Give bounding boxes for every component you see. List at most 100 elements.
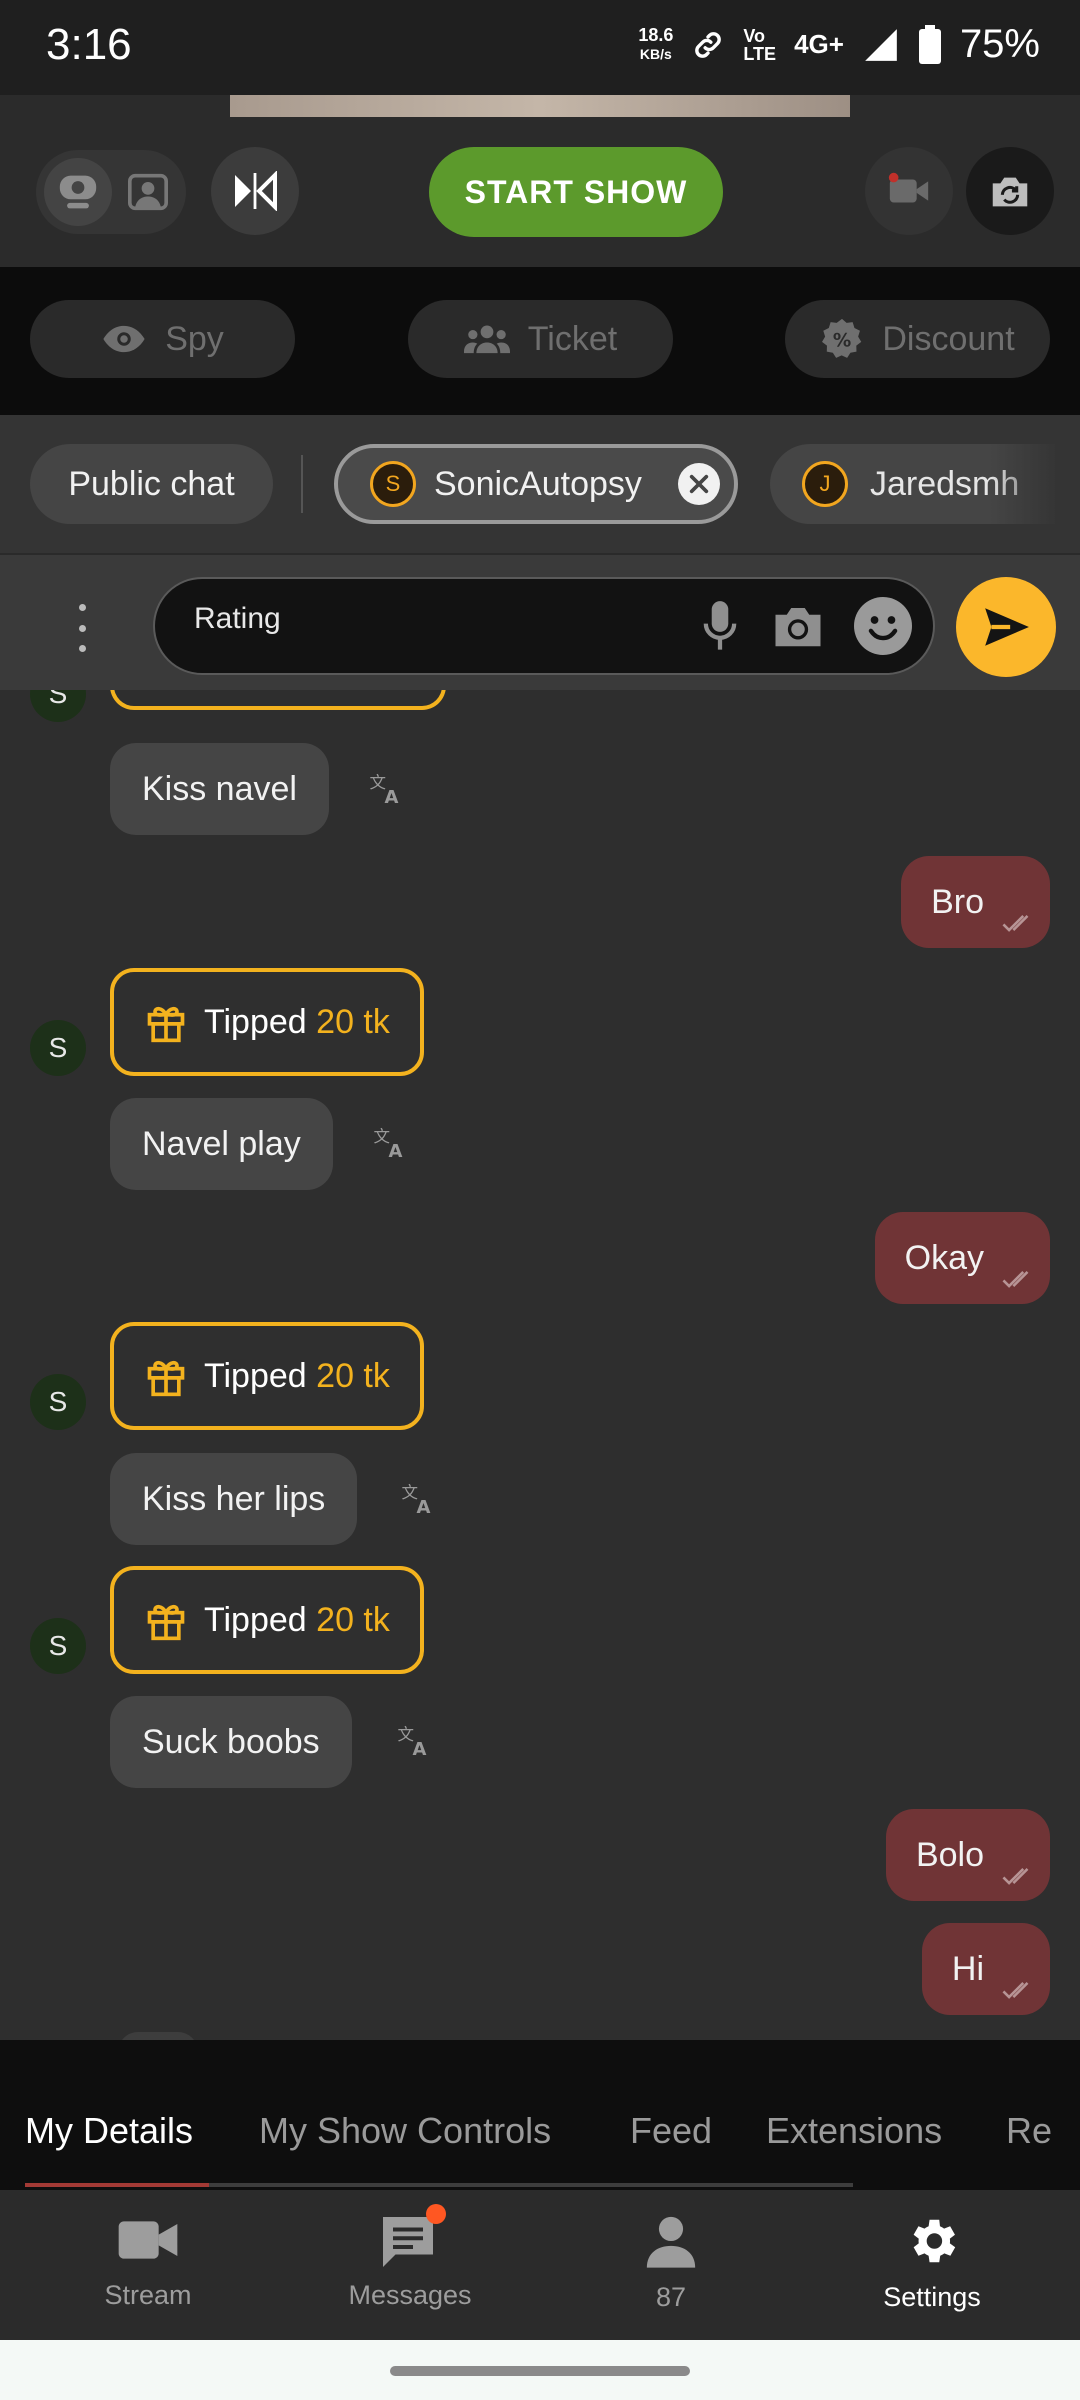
translate-button[interactable]: 文A	[372, 1124, 408, 1165]
svg-text:A: A	[417, 1497, 431, 1516]
translate-icon: 文A	[398, 1725, 427, 1760]
discount-button[interactable]: % Discount	[785, 300, 1050, 378]
ticket-button[interactable]: Ticket	[408, 300, 673, 378]
translate-button[interactable]: 文A	[396, 1722, 432, 1763]
svg-text:A: A	[385, 787, 399, 806]
double-check-icon	[1002, 915, 1029, 932]
tab-my-show-controls[interactable]: My Show Controls	[259, 2110, 551, 2152]
net-speed-value: 18.6	[638, 24, 674, 45]
public-chat-tab[interactable]: Public chat	[30, 444, 273, 524]
tip-amount: 20 tk	[316, 1002, 390, 1041]
tip-label: Tipped	[204, 1356, 307, 1395]
svg-text:%: %	[833, 330, 851, 351]
webcam-mode-icon[interactable]	[44, 158, 112, 226]
nav-messages[interactable]: Messages	[310, 2204, 510, 2311]
tip-message: Tipped 20 tk	[110, 1322, 424, 1430]
battery-icon	[918, 24, 941, 64]
switch-camera-icon	[992, 177, 1028, 207]
nav-count-label: 87	[655, 2282, 687, 2312]
mirror-icon	[235, 171, 277, 211]
spy-label: Spy	[165, 319, 224, 358]
mirror-button[interactable]	[211, 147, 299, 235]
message-text: Navel play	[142, 1124, 301, 1163]
signal-icon	[865, 28, 897, 61]
double-check-icon	[1002, 1982, 1029, 1999]
more-dot	[78, 624, 86, 632]
close-tab-button[interactable]	[678, 463, 720, 505]
camera-button[interactable]	[770, 600, 826, 652]
nav-settings-label: Settings	[883, 2282, 981, 2312]
translate-icon: 文A	[370, 773, 399, 808]
person-icon	[646, 2216, 696, 2268]
group-icon	[463, 325, 510, 354]
home-gesture-bar[interactable]	[390, 2366, 690, 2376]
tab-re[interactable]: Re	[1006, 2110, 1052, 2152]
status-time: 3:16	[46, 20, 132, 69]
message-text: Hi	[951, 1949, 984, 1988]
user-avatar: J	[802, 461, 848, 507]
ticket-label: Ticket	[527, 319, 618, 358]
switch-camera-button[interactable]	[966, 147, 1054, 235]
outgoing-message: Hi	[921, 1923, 1050, 2015]
microphone-button[interactable]	[695, 598, 745, 654]
nav-settings[interactable]: Settings	[832, 2212, 1032, 2313]
more-dot	[78, 645, 86, 652]
translate-icon: 文A	[374, 1127, 403, 1162]
discount-label: Discount	[882, 319, 1015, 358]
svg-text:A: A	[389, 1141, 403, 1160]
camera-off-button[interactable]	[865, 147, 953, 235]
partial-message	[118, 2032, 198, 2040]
tip-label: Tipped	[204, 1002, 307, 1041]
video-camera-icon	[118, 2221, 178, 2259]
incoming-message: Kiss navel	[110, 743, 329, 835]
messages-icon-wrap	[378, 2204, 446, 2268]
double-check-icon	[1002, 1271, 1029, 1288]
nav-followers[interactable]: 87	[571, 2212, 771, 2313]
portrait-mode-icon[interactable]	[118, 162, 178, 222]
network-type: 4G+	[794, 29, 844, 59]
smiley-icon	[868, 616, 898, 641]
net-speed: 18.6 KB/s	[638, 24, 674, 64]
battery-percent: 75%	[959, 22, 1040, 66]
private-chat-tab-active[interactable]: S SonicAutopsy	[334, 444, 738, 524]
eye-icon	[103, 325, 145, 353]
spy-button[interactable]: Spy	[30, 300, 295, 378]
emoji-button[interactable]	[854, 597, 912, 655]
tip-amount: 20 tk	[316, 1356, 390, 1395]
volte-bottom: LTE	[743, 43, 777, 64]
tip-amount: 20 tk	[316, 1600, 390, 1639]
message-text: Kiss her lips	[142, 1479, 326, 1518]
send-icon	[985, 608, 1029, 646]
nav-stream[interactable]: Stream	[48, 2212, 248, 2311]
start-show-button[interactable]: START SHOW	[429, 147, 723, 237]
user-avatar: S	[370, 461, 416, 507]
public-chat-label: Public chat	[68, 464, 235, 503]
message-text: Okay	[904, 1238, 984, 1277]
volte-indicator: Vo LTE	[743, 27, 776, 63]
more-options-button[interactable]	[62, 600, 102, 656]
incoming-message: Suck boobs	[110, 1696, 352, 1788]
tab-feed[interactable]: Feed	[630, 2110, 712, 2152]
tip-label: Tipped	[204, 1600, 307, 1639]
volte-top: Vo	[743, 25, 766, 46]
close-icon	[689, 474, 709, 494]
send-button[interactable]	[956, 577, 1056, 677]
camera-mode-toggle[interactable]	[36, 150, 186, 234]
tab-active-indicator	[25, 2183, 209, 2187]
net-speed-unit: KB/s	[639, 45, 672, 62]
more-dot	[78, 604, 86, 611]
sender-avatar: S	[30, 1374, 86, 1430]
camera-icon	[775, 608, 821, 647]
translate-button[interactable]: 文A	[400, 1480, 436, 1521]
translate-button[interactable]: 文A	[368, 770, 404, 811]
video-preview	[230, 95, 850, 117]
discount-badge-icon: %	[822, 318, 862, 358]
tab-my-details[interactable]: My Details	[25, 2110, 193, 2152]
outgoing-message: Bro	[901, 856, 1050, 948]
tab-extensions[interactable]: Extensions	[766, 2110, 942, 2152]
double-check-icon	[1002, 1868, 1029, 1885]
message-input-text[interactable]: Rating	[194, 602, 281, 636]
incoming-message: Kiss her lips	[110, 1453, 358, 1545]
gift-icon	[147, 1604, 185, 1641]
video-camera-icon	[888, 172, 929, 203]
